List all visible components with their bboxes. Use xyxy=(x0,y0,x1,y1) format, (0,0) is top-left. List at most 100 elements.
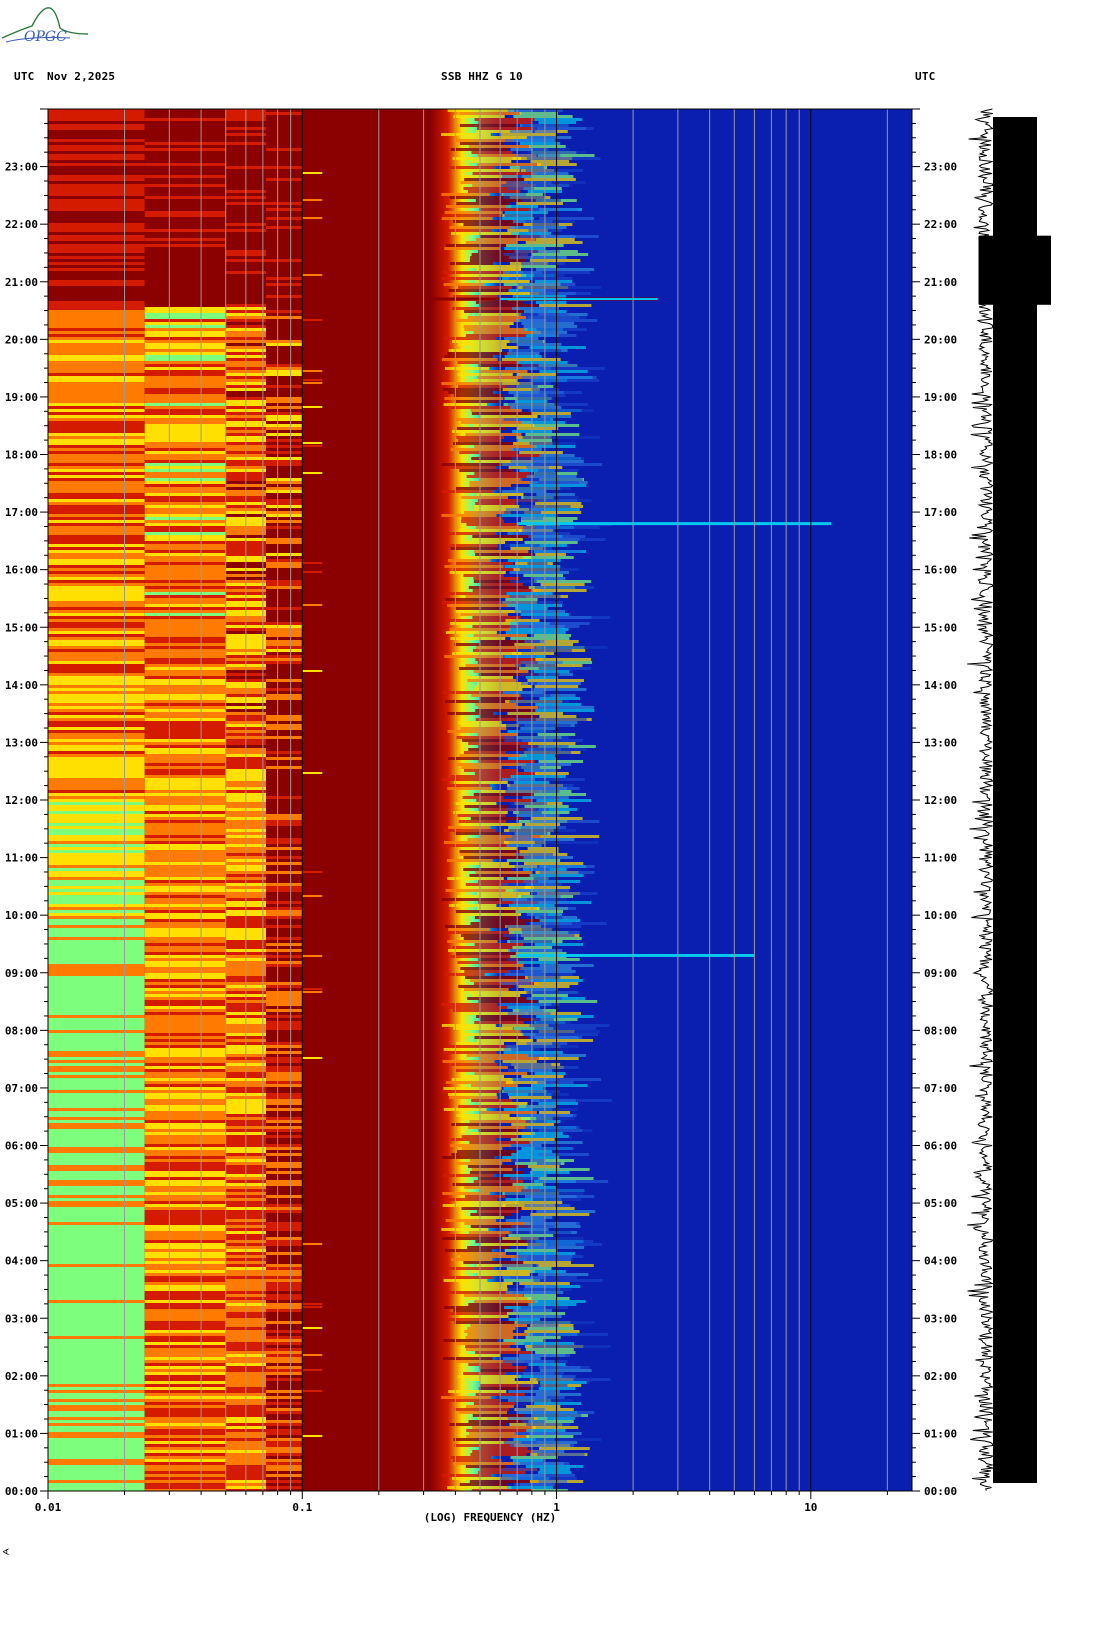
row-streak xyxy=(529,346,586,349)
row-streak xyxy=(441,778,508,781)
row-streak xyxy=(48,631,145,634)
row-streak xyxy=(520,967,572,970)
row-streak xyxy=(144,871,226,874)
row-streak xyxy=(265,1156,303,1159)
y-tick-label: 00:00 xyxy=(924,1485,957,1498)
row-streak xyxy=(48,448,145,451)
row-streak xyxy=(447,787,492,790)
row-streak xyxy=(48,1378,145,1381)
row-streak xyxy=(517,283,576,286)
row-streak xyxy=(48,499,145,502)
row-streak xyxy=(144,985,226,988)
row-streak xyxy=(48,850,145,853)
row-streak xyxy=(144,1081,226,1084)
row-streak xyxy=(48,649,145,652)
row-streak xyxy=(515,649,572,652)
row-streak xyxy=(265,1018,303,1021)
row-streak xyxy=(265,1291,303,1294)
row-streak xyxy=(515,664,556,667)
row-streak xyxy=(144,838,226,841)
row-streak xyxy=(527,1327,574,1330)
row-streak xyxy=(144,652,226,655)
row-streak xyxy=(144,451,226,454)
row-streak xyxy=(265,463,303,466)
row-streak xyxy=(48,505,145,508)
row-streak xyxy=(48,568,145,571)
row-streak xyxy=(459,1282,513,1285)
row-streak xyxy=(48,1411,145,1414)
row-streak xyxy=(265,664,303,667)
row-streak xyxy=(476,1210,519,1213)
row-streak xyxy=(504,1192,584,1195)
row-streak xyxy=(144,295,226,298)
row-streak xyxy=(265,1435,303,1438)
row-streak xyxy=(265,1357,303,1360)
row-streak xyxy=(539,370,588,373)
row-streak xyxy=(144,1024,226,1027)
row-streak xyxy=(144,1132,226,1135)
row-streak xyxy=(459,124,517,127)
row-streak xyxy=(144,478,226,481)
row-streak xyxy=(265,1381,303,1384)
row-streak xyxy=(265,418,303,421)
row-streak xyxy=(265,868,303,871)
row-streak xyxy=(302,382,323,384)
row-streak xyxy=(265,1324,303,1327)
row-streak xyxy=(441,1024,496,1027)
row-streak xyxy=(48,1090,145,1093)
row-streak xyxy=(509,784,574,787)
row-streak xyxy=(144,115,226,118)
row-streak xyxy=(144,715,226,718)
row-streak xyxy=(144,445,226,448)
row-streak xyxy=(536,493,575,496)
row-streak xyxy=(454,1342,525,1345)
row-streak xyxy=(265,1009,303,1012)
row-streak xyxy=(48,715,145,718)
row-streak xyxy=(540,583,585,586)
row-streak xyxy=(442,1192,490,1195)
row-streak xyxy=(539,1447,590,1450)
row-streak xyxy=(144,235,226,238)
y-tick-label: 14:00 xyxy=(924,679,957,692)
row-streak xyxy=(48,439,145,442)
row-streak xyxy=(476,1015,521,1018)
row-streak xyxy=(144,127,226,130)
row-streak xyxy=(265,1273,303,1276)
row-streak xyxy=(449,571,506,574)
row-streak xyxy=(48,415,145,418)
row-streak xyxy=(449,1423,506,1426)
row-streak xyxy=(48,889,145,892)
row-streak xyxy=(265,637,303,640)
row-streak xyxy=(48,268,145,271)
row-streak xyxy=(448,349,503,352)
row-streak xyxy=(474,1036,527,1039)
row-streak xyxy=(507,1417,534,1420)
row-streak xyxy=(265,904,303,907)
row-streak xyxy=(48,829,145,832)
row-streak xyxy=(48,742,145,745)
row-streak xyxy=(48,1282,145,1285)
row-streak xyxy=(144,1102,226,1105)
row-streak xyxy=(477,1273,530,1276)
row-streak xyxy=(48,607,145,610)
row-streak xyxy=(265,592,303,595)
row-streak xyxy=(144,562,226,565)
row-streak xyxy=(265,646,303,649)
row-streak xyxy=(470,1324,528,1327)
row-streak xyxy=(144,1108,226,1111)
row-streak xyxy=(448,1318,501,1321)
row-streak xyxy=(265,265,303,268)
row-streak xyxy=(48,556,145,559)
row-streak xyxy=(48,949,145,952)
row-streak xyxy=(452,652,522,655)
row-streak xyxy=(503,1174,547,1177)
row-streak xyxy=(48,280,145,283)
row-streak xyxy=(265,613,303,616)
row-streak xyxy=(144,1057,226,1060)
row-streak xyxy=(265,748,303,751)
row-streak xyxy=(48,286,145,289)
row-streak xyxy=(144,634,226,637)
row-streak xyxy=(144,979,226,982)
row-streak xyxy=(479,1111,537,1114)
row-streak xyxy=(144,664,226,667)
